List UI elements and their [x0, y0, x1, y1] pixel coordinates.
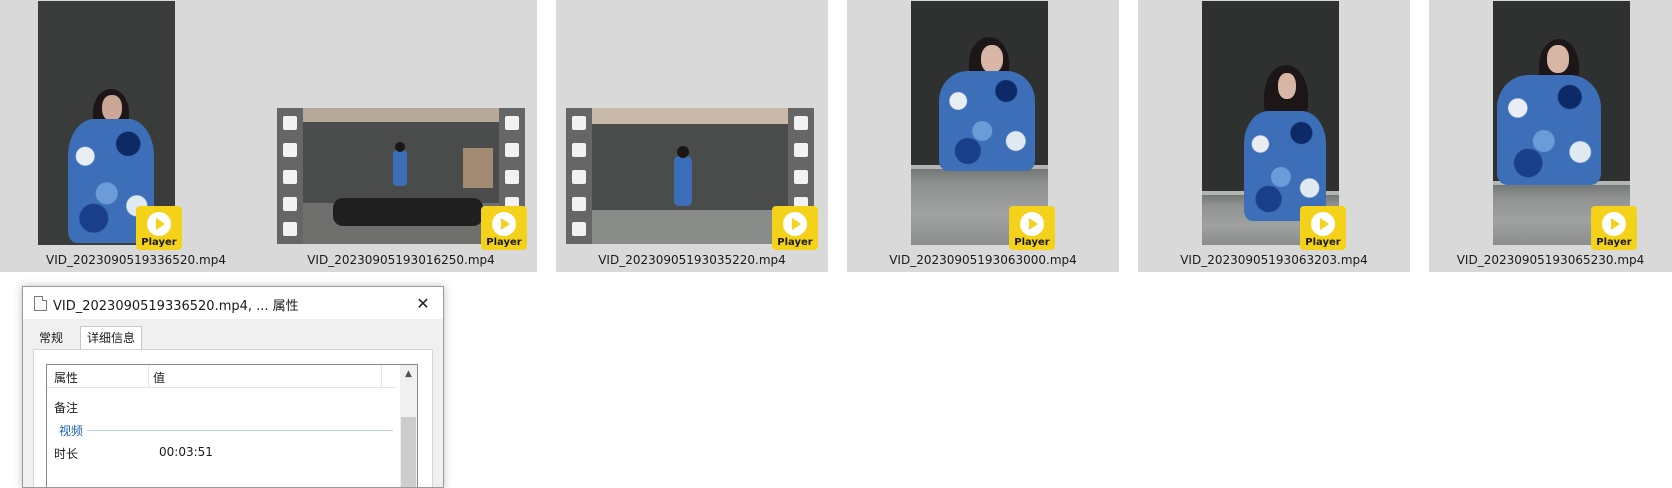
file-name: VID_20230905193065230.mp4	[1456, 253, 1645, 267]
file-icon	[34, 296, 47, 311]
dialog-titlebar[interactable]: VID_2023090519336520.mp4, ... 属性 ✕	[23, 287, 443, 319]
property-duration-value: 00:03:51	[159, 445, 213, 459]
player-badge: Player	[772, 206, 818, 250]
file-name: VID_20230905193035220.mp4	[598, 253, 786, 267]
tab-general[interactable]: 常规	[33, 327, 69, 349]
column-value[interactable]: 值	[153, 369, 165, 386]
player-badge: Player	[1009, 206, 1055, 250]
file-name: VID_2023090519336520.mp4	[46, 253, 226, 267]
player-badge: Player	[481, 206, 527, 250]
details-panel: 属性 值 备注 视频 时长 00:03:51 ▲	[33, 349, 433, 487]
scroll-up-icon[interactable]: ▲	[400, 365, 417, 382]
properties-list[interactable]: 属性 值 备注 视频 时长 00:03:51 ▲	[46, 364, 418, 487]
file-tile[interactable]: Player VID_20230905193016250.mp4	[265, 0, 537, 272]
player-badge: Player	[1300, 206, 1346, 250]
play-icon	[1020, 212, 1044, 236]
file-tile[interactable]: Player VID_20230905193063203.mp4	[1138, 0, 1410, 272]
play-icon	[492, 212, 516, 236]
player-badge: Player	[1591, 206, 1637, 250]
file-tile[interactable]: Player VID_2023090519336520.mp4	[0, 0, 272, 272]
file-tile[interactable]: Player VID_20230905193065230.mp4	[1429, 0, 1672, 272]
property-duration-label[interactable]: 时长	[54, 445, 78, 462]
close-button[interactable]: ✕	[403, 287, 443, 319]
list-header: 属性 值	[47, 365, 397, 388]
vertical-scrollbar[interactable]: ▲	[400, 365, 417, 487]
property-remark[interactable]: 备注	[54, 399, 78, 416]
play-icon	[147, 212, 171, 236]
column-property[interactable]: 属性	[54, 369, 78, 386]
dialog-title: VID_2023090519336520.mp4, ... 属性	[53, 299, 299, 314]
tab-details[interactable]: 详细信息	[80, 326, 143, 350]
file-tile[interactable]: Player VID_20230905193063000.mp4	[847, 0, 1119, 272]
file-tile[interactable]: Player VID_20230905193035220.mp4	[556, 0, 828, 272]
properties-dialog: VID_2023090519336520.mp4, ... 属性 ✕ 常规 详细…	[22, 286, 444, 488]
play-icon	[783, 212, 807, 236]
group-video: 视频	[59, 424, 84, 438]
scroll-thumb[interactable]	[401, 417, 416, 487]
file-name: VID_20230905193063203.mp4	[1180, 253, 1368, 267]
player-badge: Player	[136, 206, 182, 250]
group-divider	[87, 430, 393, 431]
file-name: VID_20230905193016250.mp4	[307, 253, 495, 267]
file-name: VID_20230905193063000.mp4	[889, 253, 1077, 267]
play-icon	[1311, 212, 1335, 236]
play-icon	[1602, 212, 1626, 236]
